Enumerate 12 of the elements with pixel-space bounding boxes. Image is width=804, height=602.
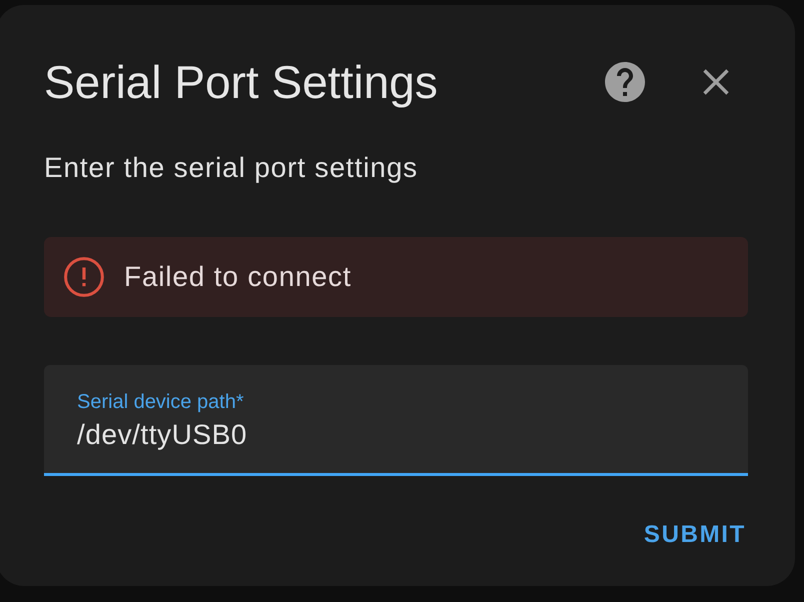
path-input[interactable]: /dev/ttyUSB0	[77, 420, 716, 450]
field-label: Serial device path*	[77, 391, 244, 413]
help-button[interactable]	[605, 62, 645, 102]
submit-button[interactable]: SUBMIT	[636, 514, 754, 556]
dialog-description: Enter the serial port settings	[44, 153, 418, 183]
dialog-title: Serial Port Settings	[44, 55, 438, 110]
text-field[interactable]: Serial device path* /dev/ttyUSB0	[44, 365, 748, 476]
close-icon	[703, 69, 729, 95]
alert-icon	[64, 257, 104, 297]
alert-message: Failed to connect	[124, 262, 352, 292]
help-icon	[605, 62, 645, 102]
close-button[interactable]	[703, 69, 729, 95]
